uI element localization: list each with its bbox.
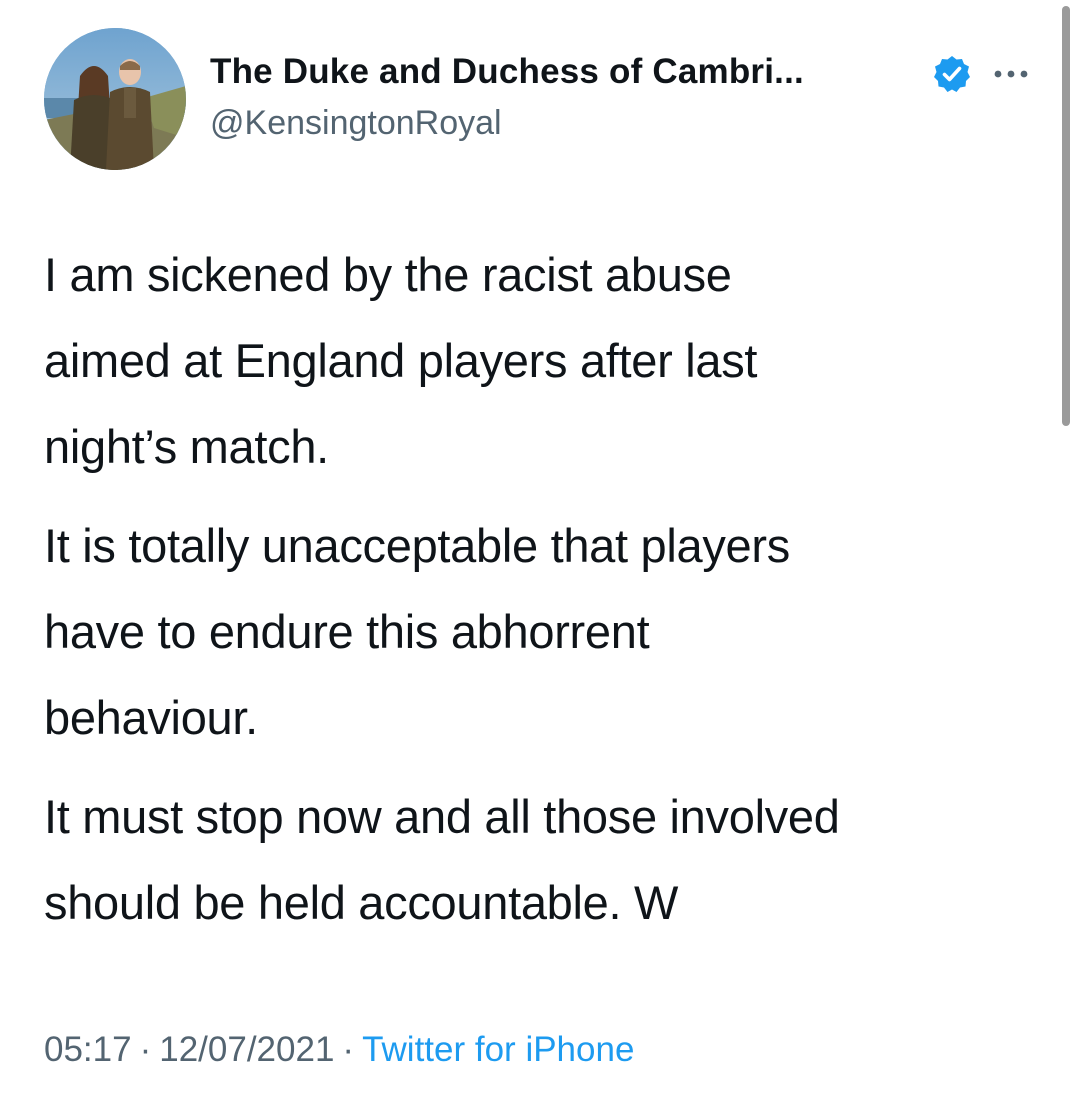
tweet-paragraph-1: I am sickened by the racist abuse aimed … [44, 248, 758, 473]
avatar-photo-icon [44, 28, 186, 170]
tweet-date[interactable]: 12/07/2021 [159, 1030, 334, 1069]
scrollbar-thumb[interactable] [1062, 6, 1070, 426]
tweet-metadata: 05:17 · 12/07/2021 · Twitter for iPhone [44, 1030, 634, 1070]
tweet-card: The Duke and Duchess of Cambri... @Kensi… [0, 0, 1080, 1106]
tweet-paragraph-3: It must stop now and all those involved … [44, 790, 840, 929]
author-avatar[interactable] [44, 28, 186, 170]
tweet-text: I am sickened by the racist abuse aimed … [44, 232, 1044, 959]
meta-separator: · [342, 1030, 355, 1069]
tweet-time[interactable]: 05:17 [44, 1030, 132, 1069]
more-options-icon[interactable] [990, 62, 1032, 86]
author-display-name[interactable]: The Duke and Duchess of Cambri... [210, 52, 804, 92]
author-handle[interactable]: @KensingtonRoyal [210, 104, 502, 143]
tweet-source-link[interactable]: Twitter for iPhone [362, 1030, 634, 1069]
verified-badge-icon [934, 56, 970, 92]
tweet-paragraph-2: It is totally unacceptable that players … [44, 519, 790, 744]
meta-separator: · [139, 1030, 152, 1069]
